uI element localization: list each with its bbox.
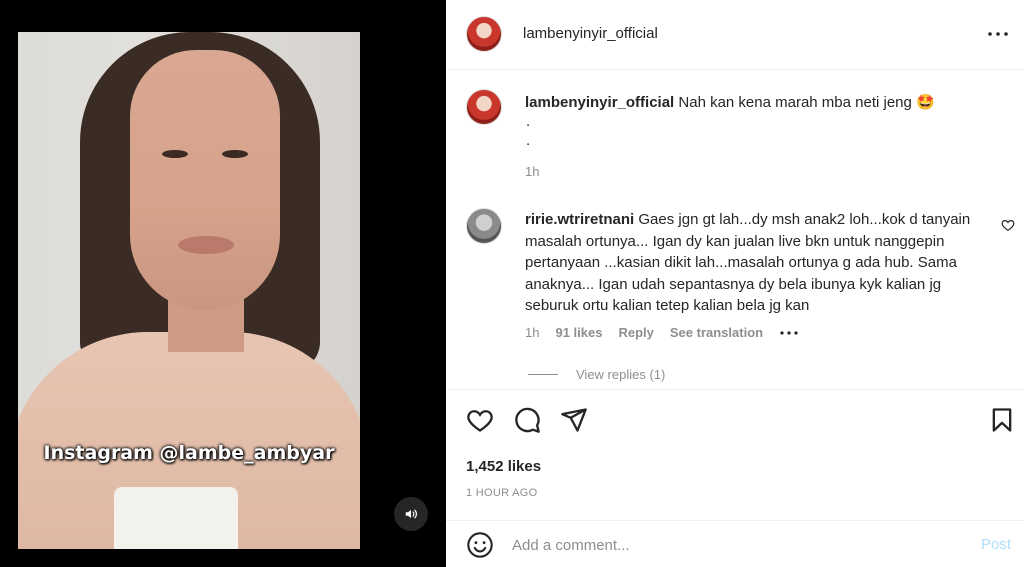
post-details-panel: lambenyinyir_official lambenyinyir_offic…	[446, 0, 1024, 567]
comment-like-icon[interactable]	[1001, 218, 1015, 232]
comment-options-icon[interactable]	[779, 330, 799, 336]
comment-input[interactable]	[512, 533, 952, 557]
see-translation-link[interactable]: See translation	[670, 325, 763, 340]
comment-bubble-icon[interactable]	[513, 406, 541, 434]
post-timestamp[interactable]: 1 HOUR AGO	[466, 487, 537, 499]
speaker-icon	[405, 509, 417, 519]
sound-toggle-button[interactable]	[394, 497, 428, 531]
comments-section[interactable]: lambenyinyir_official Nah kan kena marah…	[446, 71, 1024, 389]
comment-body: ririe.wtriretnani Gaes jgn gt lah...dy m…	[525, 209, 987, 317]
post-button[interactable]: Post	[981, 536, 1011, 553]
video-subject-face	[130, 50, 280, 310]
header-username[interactable]: lambenyinyir_official	[523, 25, 658, 42]
comment-time[interactable]: 1h	[525, 325, 539, 340]
caption-text: Nah kan kena marah mba neti jeng 🤩	[678, 94, 935, 111]
avatar[interactable]	[466, 208, 502, 244]
post-actions: 1,452 likes 1 HOUR AGO	[446, 389, 1024, 519]
avatar[interactable]	[466, 16, 502, 52]
more-dots-icon[interactable]	[986, 24, 1010, 44]
heart-icon[interactable]	[466, 406, 494, 434]
caption-username[interactable]: lambenyinyir_official	[525, 94, 674, 111]
avatar[interactable]	[466, 89, 502, 125]
video-subject-eye	[162, 150, 188, 158]
video-frame[interactable]: Instagram @lambe_ambyar	[18, 32, 360, 549]
post-media[interactable]: Instagram @lambe_ambyar	[0, 0, 446, 567]
bookmark-icon[interactable]	[988, 406, 1016, 434]
comment-likes[interactable]: 91 likes	[555, 325, 602, 340]
view-replies-button[interactable]: View replies (1)	[528, 367, 665, 382]
replies-divider	[528, 374, 558, 375]
video-subject-eye	[222, 150, 248, 158]
caption-time[interactable]: 1h	[525, 164, 539, 179]
video-watermark: Instagram @lambe_ambyar	[43, 442, 335, 464]
video-cup	[114, 487, 238, 549]
view-replies-label: View replies (1)	[576, 367, 666, 382]
likes-count[interactable]: 1,452 likes	[466, 458, 541, 475]
comment-meta: 1h 91 likes Reply See translation	[525, 325, 799, 340]
caption-line: .	[526, 113, 531, 130]
post-header: lambenyinyir_official	[446, 0, 1024, 70]
smiley-icon[interactable]	[466, 531, 494, 559]
reply-button[interactable]: Reply	[618, 325, 653, 340]
video-subject-lips	[178, 236, 234, 254]
caption-line: .	[526, 132, 531, 149]
add-comment-bar: Post	[446, 520, 1024, 567]
paper-plane-icon[interactable]	[560, 406, 588, 434]
comment-username[interactable]: ririe.wtriretnani	[525, 211, 634, 228]
caption-body: lambenyinyir_official Nah kan kena marah…	[525, 93, 995, 150]
